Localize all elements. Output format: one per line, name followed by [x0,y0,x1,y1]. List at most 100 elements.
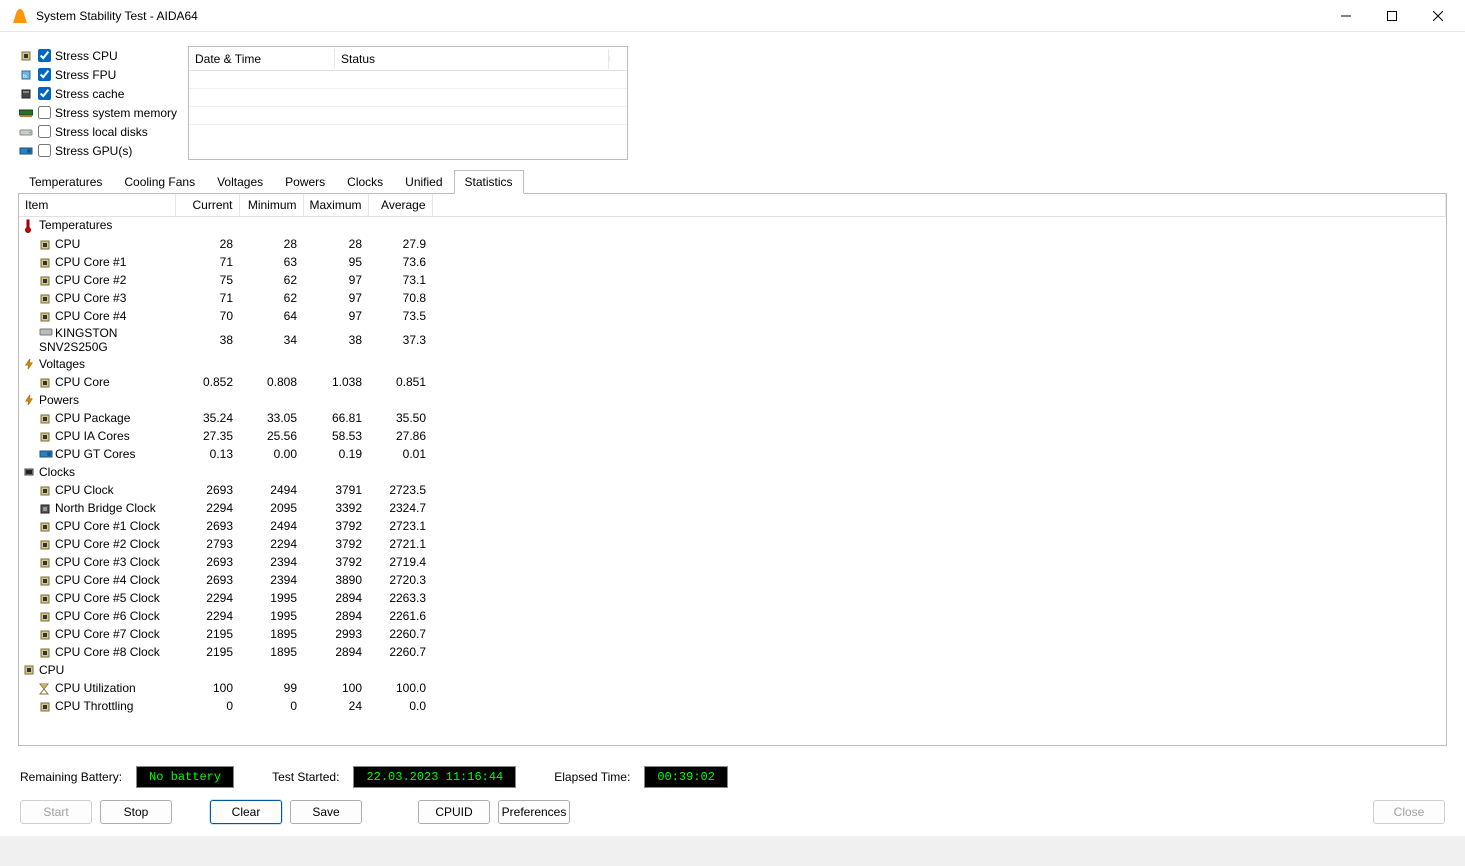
cell-minimum: 63 [239,253,303,271]
cell-average: 2260.7 [368,643,432,661]
data-row[interactable]: CPU Package35.2433.0566.8135.50 [19,409,1446,427]
category-label: Voltages [39,357,85,371]
category-row[interactable]: Clocks [19,463,1446,481]
tab-statistics[interactable]: Statistics [454,170,524,194]
data-row[interactable]: CPU Throttling00240.0 [19,697,1446,715]
tab-voltages[interactable]: Voltages [206,170,274,194]
start-button[interactable]: Start [20,800,92,824]
chip-icon [39,311,51,321]
stress-checkbox[interactable] [38,68,51,81]
cell-minimum: 2394 [239,553,303,571]
cell-maximum: 3392 [303,499,368,517]
data-row[interactable]: CPU28282827.9 [19,235,1446,253]
cell-minimum: 2494 [239,481,303,499]
data-row[interactable]: KINGSTON SNV2S250G38343837.3 [19,325,1446,355]
stress-checkbox[interactable] [38,106,51,119]
category-row[interactable]: Powers [19,391,1446,409]
data-row[interactable]: CPU Core #7 Clock2195189529932260.7 [19,625,1446,643]
category-row[interactable]: Voltages [19,355,1446,373]
status-col-status[interactable]: Status [335,49,609,69]
cell-minimum: 1995 [239,589,303,607]
stress-checkbox[interactable] [38,87,51,100]
cell-current: 2693 [175,553,239,571]
button-bar: Start Stop Clear Save CPUID Preferences … [18,796,1447,828]
cell-minimum: 1895 [239,625,303,643]
cell-maximum: 95 [303,253,368,271]
tab-temperatures[interactable]: Temperatures [18,170,113,194]
tab-unified[interactable]: Unified [394,170,453,194]
item-label: CPU Core #1 [55,255,126,269]
data-row[interactable]: CPU Clock2693249437912723.5 [19,481,1446,499]
category-row[interactable]: CPU [19,661,1446,679]
category-label: CPU [39,663,64,677]
data-row[interactable]: CPU GT Cores0.130.000.190.01 [19,445,1446,463]
data-row[interactable]: CPU Core #5 Clock2294199528942263.3 [19,589,1446,607]
data-row[interactable]: CPU Core #371629770.8 [19,289,1446,307]
cell-minimum: 1995 [239,607,303,625]
data-row[interactable]: CPU Core #1 Clock2693249437922723.1 [19,517,1446,535]
cell-current: 2294 [175,589,239,607]
item-label: CPU Core #3 Clock [55,555,160,569]
volt-icon [23,358,37,370]
chip-icon [39,629,51,639]
cell-current: 100 [175,679,239,697]
tab-cooling-fans[interactable]: Cooling Fans [113,170,206,194]
close-button[interactable] [1415,0,1461,32]
cell-minimum: 2294 [239,535,303,553]
cache-chip-icon [18,86,34,102]
data-row[interactable]: CPU Core #171639573.6 [19,253,1446,271]
data-row[interactable]: CPU Core #275629773.1 [19,271,1446,289]
cell-current: 70 [175,307,239,325]
data-row[interactable]: CPU Utilization10099100100.0 [19,679,1446,697]
chip-icon [39,257,51,267]
data-row[interactable]: CPU Core #8 Clock2195189528942260.7 [19,643,1446,661]
stress-checkbox[interactable] [38,49,51,62]
category-label: Powers [39,393,79,407]
cell-current: 2195 [175,625,239,643]
ram-stick-icon [18,105,34,121]
preferences-button[interactable]: Preferences [498,800,570,824]
cell-maximum: 97 [303,271,368,289]
minimize-button[interactable] [1323,0,1369,32]
data-row[interactable]: CPU Core #4 Clock2693239438902720.3 [19,571,1446,589]
cell-average: 73.1 [368,271,432,289]
col-minimum[interactable]: Minimum [239,194,303,217]
col-average[interactable]: Average [368,194,432,217]
category-row[interactable]: Temperatures [19,217,1446,235]
data-row[interactable]: CPU Core #6 Clock2294199528942261.6 [19,607,1446,625]
data-row[interactable]: CPU Core #2 Clock2793229437922721.1 [19,535,1446,553]
cell-minimum: 2394 [239,571,303,589]
chip-icon [39,485,51,495]
col-current[interactable]: Current [175,194,239,217]
gpu-chip-icon [18,143,34,159]
col-item[interactable]: Item [19,194,175,217]
stress-label: Stress CPU [55,49,118,63]
stress-checkbox[interactable] [38,125,51,138]
col-maximum[interactable]: Maximum [303,194,368,217]
stop-button[interactable]: Stop [100,800,172,824]
cpuid-button[interactable]: CPUID [418,800,490,824]
cell-maximum: 2894 [303,607,368,625]
data-row[interactable]: North Bridge Clock2294209533922324.7 [19,499,1446,517]
chip-icon [39,575,51,585]
status-col-datetime[interactable]: Date & Time [189,49,335,69]
chip-icon [39,293,51,303]
stress-checkbox[interactable] [38,144,51,157]
save-button[interactable]: Save [290,800,362,824]
tab-clocks[interactable]: Clocks [336,170,394,194]
fpu-chip-icon: fx [18,67,34,83]
data-row[interactable]: CPU Core #3 Clock2693239437922719.4 [19,553,1446,571]
cell-average: 2324.7 [368,499,432,517]
maximize-button[interactable] [1369,0,1415,32]
data-row[interactable]: CPU Core0.8520.8081.0380.851 [19,373,1446,391]
close-button-bottom[interactable]: Close [1373,800,1445,824]
cell-minimum: 99 [239,679,303,697]
cell-minimum: 34 [239,325,303,355]
tab-powers[interactable]: Powers [274,170,336,194]
data-row[interactable]: CPU IA Cores27.3525.5658.5327.86 [19,427,1446,445]
chip-icon [39,611,51,621]
clear-button[interactable]: Clear [210,800,282,824]
cell-current: 27.35 [175,427,239,445]
data-row[interactable]: CPU Core #470649773.5 [19,307,1446,325]
started-label: Test Started: [272,770,339,784]
